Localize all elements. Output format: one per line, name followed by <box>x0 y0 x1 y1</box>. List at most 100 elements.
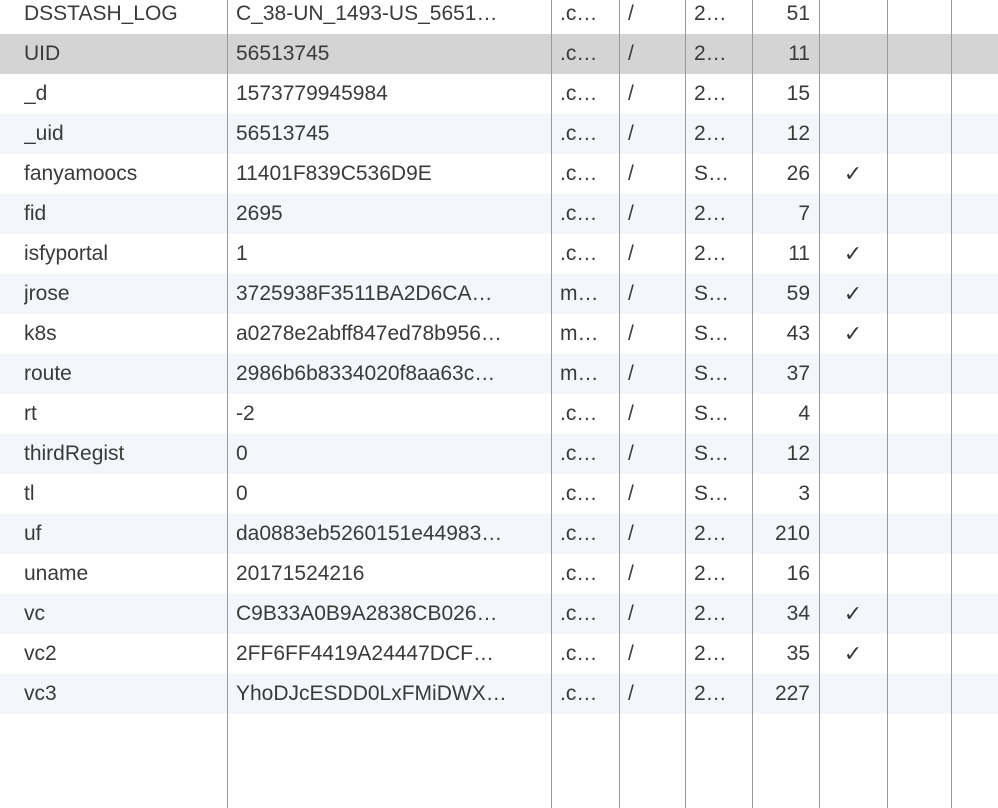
cookie-httponly-cell: ✓ <box>843 281 863 306</box>
column-divider[interactable] <box>951 0 952 808</box>
cookie-samesite-cell <box>952 314 998 354</box>
cookie-path-cell: / <box>628 282 634 305</box>
table-row[interactable]: uf da0883eb5260151e44983… .c… / 2… 210 <box>0 514 998 554</box>
cookie-value-cell: 0 <box>236 442 248 465</box>
cookie-value-cell: 3725938F3511BA2D6CA… <box>236 282 493 305</box>
cookie-httponly-cell <box>820 194 886 234</box>
cookie-path-cell: / <box>628 202 634 225</box>
cookie-name-cell: uf <box>24 522 42 545</box>
table-row[interactable]: jrose 3725938F3511BA2D6CA… m… / S… 59 ✓ <box>0 274 998 314</box>
cookie-httponly-cell <box>820 354 886 394</box>
table-row[interactable]: k8s a0278e2abff847ed78b956… m… / S… 43 ✓ <box>0 314 998 354</box>
cookie-httponly-cell: ✓ <box>843 641 863 666</box>
cookie-domain-cell: .c… <box>560 202 598 225</box>
cookie-expires-cell: 2… <box>694 122 727 145</box>
cookie-samesite-cell <box>952 194 998 234</box>
table-row[interactable]: vc C9B33A0B9A2838CB026… .c… / 2… 34 ✓ <box>0 594 998 634</box>
cookie-expires-cell: S… <box>694 322 730 345</box>
cookie-path-cell: / <box>628 522 634 545</box>
cookie-secure-cell <box>888 34 950 74</box>
cookie-expires-cell: 2… <box>694 242 727 265</box>
cookie-samesite-cell <box>952 34 998 74</box>
cookie-path-cell: / <box>628 562 634 585</box>
cookie-value-cell: 2986b6b8334020f8aa63c… <box>236 362 496 385</box>
cookie-httponly-cell <box>820 674 886 714</box>
table-row[interactable]: vc2 2FF6FF4419A24447DCF… .c… / 2… 35 ✓ <box>0 634 998 674</box>
cookie-secure-cell <box>888 394 950 434</box>
cookie-httponly-cell <box>820 434 886 474</box>
cookie-domain-cell: .c… <box>560 642 598 665</box>
cookie-domain-cell: .c… <box>560 42 598 65</box>
table-row[interactable]: DSSTASH_LOG C_38-UN_1493-US_5651… .c… / 2… 51 <box>0 0 998 34</box>
table-row[interactable]: _uid 56513745 .c… / 2… 12 <box>0 114 998 154</box>
column-divider[interactable] <box>752 0 753 808</box>
cookie-path-cell: / <box>628 482 634 505</box>
cookie-domain-cell: .c… <box>560 162 598 185</box>
cookies-table: DSSTASH_LOG C_38-UN_1493-US_5651… .c… / 2… 51… <box>0 0 998 808</box>
column-divider[interactable] <box>551 0 552 808</box>
table-row[interactable]: vc3 YhoDJcESDD0LxFMiDWX… .c… / 2… 227 <box>0 674 998 714</box>
cookie-name-cell: route <box>24 362 72 385</box>
cookie-size-cell: 7 <box>798 202 810 225</box>
cookie-name-cell: UID <box>24 42 61 65</box>
cookie-name-cell: thirdRegist <box>24 442 125 465</box>
cookie-expires-cell: S… <box>694 442 730 465</box>
cookie-value-cell: 0 <box>236 482 248 505</box>
table-row[interactable]: rt -2 .c… / S… 4 <box>0 394 998 434</box>
table-row[interactable]: UID 56513745 .c… / 2… 11 <box>0 34 998 74</box>
column-divider[interactable] <box>227 0 228 808</box>
table-row[interactable]: uname 20171524216 .c… / 2… 16 <box>0 554 998 594</box>
cookie-name-cell: k8s <box>24 322 57 345</box>
cookie-path-cell: / <box>628 362 634 385</box>
cookie-samesite-cell <box>952 394 998 434</box>
cookie-size-cell: 35 <box>786 642 810 665</box>
cookie-domain-cell: .c… <box>560 242 598 265</box>
cookie-value-cell: 20171524216 <box>236 562 365 585</box>
cookie-value-cell: 1 <box>236 242 248 265</box>
cookie-expires-cell: 2… <box>694 42 727 65</box>
column-divider[interactable] <box>887 0 888 808</box>
cookie-size-cell: 210 <box>774 522 810 545</box>
cookie-expires-cell: 2… <box>694 522 727 545</box>
table-row[interactable]: isfyportal 1 .c… / 2… 11 ✓ <box>0 234 998 274</box>
cookie-httponly-cell: ✓ <box>843 601 863 626</box>
cookie-path-cell: / <box>628 122 634 145</box>
cookie-domain-cell: .c… <box>560 682 598 705</box>
cookie-name-cell: jrose <box>24 282 70 305</box>
cookie-domain-cell: .c… <box>560 522 598 545</box>
cookie-value-cell: C9B33A0B9A2838CB026… <box>236 602 498 625</box>
column-divider[interactable] <box>619 0 620 808</box>
cookie-size-cell: 12 <box>786 442 810 465</box>
table-row[interactable]: fanyamoocs 11401F839C536D9E .c… / S… 26 ✓ <box>0 154 998 194</box>
cookie-secure-cell <box>888 674 950 714</box>
table-row[interactable]: thirdRegist 0 .c… / S… 12 <box>0 434 998 474</box>
cookie-expires-cell: S… <box>694 162 730 185</box>
cookie-name-cell: tl <box>24 482 35 505</box>
cookie-value-cell: C_38-UN_1493-US_5651… <box>236 2 498 25</box>
cookie-expires-cell: 2… <box>694 682 727 705</box>
cookie-value-cell: 1573779945984 <box>236 82 388 105</box>
cookie-name-cell: DSSTASH_LOG <box>24 2 178 25</box>
cookie-path-cell: / <box>628 682 634 705</box>
cookie-secure-cell <box>888 474 950 514</box>
table-row[interactable]: fid 2695 .c… / 2… 7 <box>0 194 998 234</box>
column-divider[interactable] <box>819 0 820 808</box>
cookie-secure-cell <box>888 354 950 394</box>
table-row[interactable]: _d 1573779945984 .c… / 2… 15 <box>0 74 998 114</box>
cookie-expires-cell: S… <box>694 362 730 385</box>
cookie-httponly-cell: ✓ <box>843 321 863 346</box>
table-row[interactable]: route 2986b6b8334020f8aa63c… m… / S… 37 <box>0 354 998 394</box>
cookie-size-cell: 11 <box>788 42 810 65</box>
cookie-httponly-cell: ✓ <box>843 161 863 186</box>
cookie-secure-cell <box>888 74 950 114</box>
cookie-expires-cell: 2… <box>694 202 727 225</box>
table-row[interactable]: tl 0 .c… / S… 3 <box>0 474 998 514</box>
cookie-secure-cell <box>888 0 950 34</box>
cookie-domain-cell: .c… <box>560 402 598 425</box>
column-divider[interactable] <box>685 0 686 808</box>
cookie-domain-cell: .c… <box>560 562 598 585</box>
cookie-path-cell: / <box>628 82 634 105</box>
cookie-size-cell: 37 <box>786 362 810 385</box>
cookie-secure-cell <box>888 514 950 554</box>
cookie-expires-cell: 2… <box>694 562 727 585</box>
